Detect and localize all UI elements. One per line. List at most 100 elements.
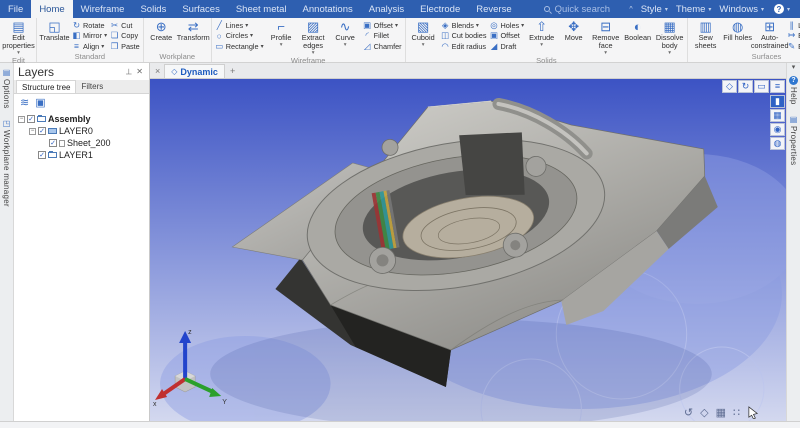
dock-tab-properties[interactable]: ▤Properties (789, 110, 798, 170)
mirror-button[interactable]: ◧Mirror▾ (71, 31, 108, 42)
menu-tab-electrode[interactable]: Electrode (412, 0, 468, 18)
dock-tab-options[interactable]: ▤Options (2, 63, 11, 114)
tree-item-layer0[interactable]: −✓LAYER0 (14, 125, 149, 137)
dock-tab-help[interactable]: ?Help (789, 71, 798, 110)
menu-tab-analysis[interactable]: Analysis (361, 0, 412, 18)
offset-button[interactable]: ▣Offset▾ (362, 20, 403, 31)
holes-button[interactable]: ◎Holes▾ (489, 20, 526, 31)
tab-dynamic[interactable]: ◇ Dynamic (164, 64, 225, 78)
tree-item-assembly[interactable]: −✓Assembly (14, 113, 149, 125)
move-button[interactable]: ✥Move (558, 19, 589, 56)
button-label: Rotate (83, 21, 105, 30)
circles-button[interactable]: ○Circles▾ (214, 31, 265, 42)
cut-bodies-button[interactable]: ◫Cut bodies (440, 31, 488, 42)
menu-tab-solids[interactable]: Solids (132, 0, 174, 18)
quick-search[interactable]: Quick search (544, 0, 610, 18)
visibility-icon[interactable]: ◉ (770, 123, 785, 136)
cut-button[interactable]: ✂Cut (109, 20, 141, 31)
pin-icon[interactable]: ⊣ (124, 66, 133, 77)
menu-icon[interactable]: ≡ (770, 80, 785, 93)
ribbon-group-workplane: ⊕Create⇄TransformWorkplane (144, 18, 212, 62)
transform-icon: ⇄ (188, 19, 199, 34)
close-icon[interactable]: ✕ (134, 67, 145, 76)
isometric-view-icon[interactable]: ◇ (700, 406, 708, 419)
lines-button[interactable]: ╱Lines▾ (214, 20, 265, 31)
save-icon[interactable]: ▣ (35, 96, 45, 109)
help-menu[interactable]: ? ▾ (770, 4, 794, 14)
boolean-button[interactable]: ◐Boolean (622, 19, 653, 56)
chevron-down-icon: ▾ (250, 32, 253, 39)
tree-expander-icon[interactable]: − (18, 116, 25, 123)
paste-button[interactable]: ❒Paste (109, 41, 141, 52)
menu-item-theme[interactable]: Theme▾ (672, 4, 716, 15)
checkbox[interactable]: ✓ (38, 127, 46, 135)
tree-expander-icon[interactable]: − (29, 128, 36, 135)
menu-tab-file[interactable]: File (0, 0, 31, 18)
dissolve-body-button[interactable]: ▦Dissolve body▾ (654, 19, 685, 56)
extract-edges-button[interactable]: ▨Extract edges▾ (298, 19, 329, 56)
checkbox[interactable]: ✓ (49, 139, 57, 147)
menu-tab-surfaces[interactable]: Surfaces (174, 0, 228, 18)
checkbox[interactable]: ✓ (38, 151, 46, 159)
panel-tab-structure-tree[interactable]: Structure tree (16, 80, 76, 93)
menu-tab-sheet-metal[interactable]: Sheet metal (228, 0, 295, 18)
chamfer-button[interactable]: ◿Chamfer (362, 41, 403, 52)
linear-ruled-button[interactable]: ∥Linear ruled (786, 20, 800, 31)
extend-button[interactable]: ↦Extend (786, 31, 800, 42)
right-dock-strip: ▾?Help▤Properties (786, 63, 800, 421)
menubar-right: ^ Style▾Theme▾Windows▾ ? ▾ (627, 0, 800, 18)
window-icon[interactable]: ▭ (754, 80, 769, 93)
view-cube-icon[interactable]: ◇ (722, 80, 737, 93)
menu-item-style[interactable]: Style▾ (637, 4, 672, 15)
render-icon[interactable]: ◍ (770, 137, 785, 150)
button-label: Profile (271, 34, 292, 42)
panel-tab-filters[interactable]: Filters (76, 80, 108, 93)
checkbox[interactable]: ✓ (27, 115, 35, 123)
profile-button[interactable]: ⌐Profile▾ (266, 19, 297, 56)
orbit-icon[interactable]: ↻ (738, 80, 753, 93)
close-tab-icon[interactable]: × (153, 66, 162, 78)
grid-icon[interactable]: ▦ (770, 109, 785, 122)
edit-radius-button[interactable]: ◠Edit radius (440, 41, 488, 52)
ribbon-collapse-icon[interactable]: ^ (627, 6, 634, 13)
fill-holes-button[interactable]: ◍Fill holes (722, 19, 753, 52)
wireframe-view-icon[interactable]: ▦ (716, 406, 726, 419)
auto-constrained-button[interactable]: ⊞Auto-constrained (754, 19, 785, 52)
sew-sheets-button[interactable]: ▥Sew sheets (690, 19, 721, 52)
create-button[interactable]: ⊕Create (146, 19, 177, 52)
tree-item-layer1[interactable]: ✓LAYER1 (14, 149, 149, 161)
extrude-button[interactable]: ⇧Extrude▾ (526, 19, 557, 56)
model-canvas[interactable]: x Y z ◇↻▭≡ ▮▦◉◍ ↺◇▦∷ (150, 79, 786, 421)
edit-properties-button[interactable]: ▤Edit properties▾ (3, 19, 34, 56)
collapse-icon[interactable]: ▾ (790, 63, 798, 71)
menu-tab-home[interactable]: Home (31, 0, 72, 18)
mirror-icon: ◧ (72, 30, 81, 41)
cuboid-button[interactable]: ▧Cuboid▾ (408, 19, 439, 56)
layers-icon[interactable]: ≋ (20, 96, 29, 109)
transform-button[interactable]: ⇄Transform (178, 19, 209, 52)
translate-button[interactable]: ◱Translate (39, 19, 70, 52)
orbit-icon[interactable]: ↺ (684, 406, 693, 419)
fillet-button[interactable]: ◜Fillet (362, 31, 403, 42)
dock-tab-workplane-manager[interactable]: ◳Workplane manager (2, 114, 11, 212)
menu-item-windows[interactable]: Windows▾ (715, 4, 768, 15)
tree-item-sheet-200[interactable]: ✓Sheet_200 (14, 137, 149, 149)
copy-button[interactable]: ❏Copy (109, 31, 141, 42)
display-mode-icon[interactable]: ▮ (770, 95, 785, 108)
viewport-layout-icon[interactable]: ∷ (733, 406, 740, 419)
menu-tab-reverse[interactable]: Reverse (468, 0, 519, 18)
new-tab-icon[interactable]: + (227, 66, 238, 78)
offset-button[interactable]: ▣Offset (489, 31, 526, 42)
menu-tab-annotations[interactable]: Annotations (295, 0, 361, 18)
rectangle-button[interactable]: ▭Rectangle▾ (214, 41, 265, 52)
button-label: Copy (121, 31, 138, 40)
ribbon-group-surfaces: ▥Sew sheets◍Fill holes⊞Auto-constrained∥… (688, 18, 800, 62)
align-button[interactable]: ≡Align▾ (71, 41, 108, 52)
rotate-button[interactable]: ↻Rotate (71, 20, 108, 31)
remove-face-button[interactable]: ⊟Remove face▾ (590, 19, 621, 56)
menu-tab-wireframe[interactable]: Wireframe (73, 0, 133, 18)
draft-button[interactable]: ◢Draft (489, 41, 526, 52)
edit-surface-button[interactable]: ✎Edit surface▾ (786, 41, 800, 52)
curve-button[interactable]: ∿Curve▾ (330, 19, 361, 56)
blends-button[interactable]: ◈Blends▾ (440, 20, 488, 31)
